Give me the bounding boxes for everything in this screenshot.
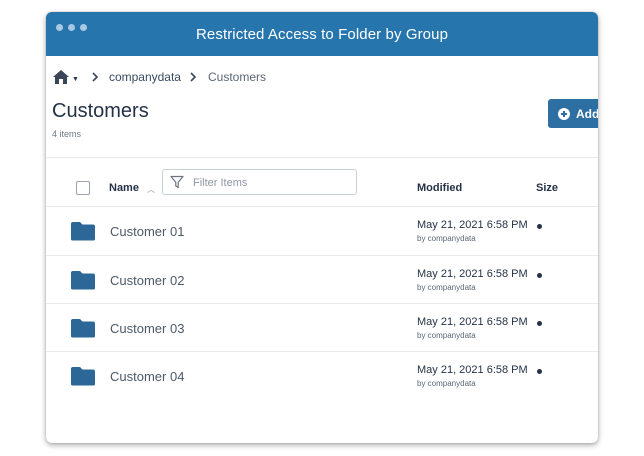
window-dot-minimize[interactable] (68, 24, 75, 31)
window-dot-close[interactable] (56, 24, 63, 31)
folder-icon (71, 271, 95, 290)
caret-down-icon[interactable]: ▼ (72, 76, 79, 83)
divider (46, 157, 598, 158)
plus-circle-icon (558, 107, 570, 120)
add-button[interactable]: Add (548, 99, 598, 128)
row-modified-by: by companydata (417, 379, 476, 388)
add-button-label: Add (576, 106, 598, 121)
window-title: Restricted Access to Folder by Group (195, 25, 449, 43)
chevron-right-icon (190, 72, 197, 82)
table-row[interactable]: Customer 03 May 21, 2021 6:58 PM by comp… (46, 304, 598, 352)
status-dot (537, 369, 542, 374)
row-name[interactable]: Customer 02 (110, 273, 184, 288)
row-modified-by: by companydata (417, 283, 476, 292)
window-dot-maximize[interactable] (80, 24, 87, 31)
breadcrumb-companydata[interactable]: companydata (109, 70, 181, 84)
table-row[interactable]: Customer 04 May 21, 2021 6:58 PM by comp… (46, 352, 598, 400)
status-dot (537, 224, 542, 229)
filter-input[interactable] (193, 174, 348, 191)
row-name[interactable]: Customer 01 (110, 224, 184, 239)
row-modified: May 21, 2021 6:58 PM (417, 316, 528, 328)
table-row[interactable]: Customer 01 May 21, 2021 6:58 PM by comp… (46, 207, 598, 255)
row-modified-by: by companydata (417, 331, 476, 340)
breadcrumb: ▼ companydata Customers (52, 69, 266, 85)
filter-icon (170, 175, 184, 189)
window-controls (56, 24, 87, 31)
row-name[interactable]: Customer 03 (110, 321, 184, 336)
folder-icon (71, 222, 95, 241)
status-dot (537, 273, 542, 278)
app-window: Restricted Access to Folder by Group ▼ c… (46, 12, 598, 443)
column-name[interactable]: Name (109, 182, 139, 194)
row-modified: May 21, 2021 6:58 PM (417, 268, 528, 280)
page-title: Customers (52, 100, 149, 122)
breadcrumb-current: Customers (207, 70, 266, 84)
column-modified[interactable]: Modified (417, 182, 462, 194)
sort-caret-icon[interactable]: ︿ (147, 184, 155, 195)
column-size[interactable]: Size (536, 182, 558, 194)
home-icon[interactable] (52, 69, 70, 85)
chevron-right-icon (92, 72, 99, 82)
status-dot (537, 321, 542, 326)
row-modified: May 21, 2021 6:58 PM (417, 364, 528, 376)
filter-field[interactable] (162, 169, 357, 195)
title-bar: Restricted Access to Folder by Group (46, 12, 598, 56)
table-row[interactable]: Customer 02 May 21, 2021 6:58 PM by comp… (46, 256, 598, 304)
item-count: 4 items (52, 129, 82, 139)
row-modified: May 21, 2021 6:58 PM (417, 219, 528, 231)
folder-icon (71, 319, 95, 338)
folder-icon (71, 367, 95, 386)
select-all-checkbox[interactable] (76, 181, 90, 195)
table-header: Name ︿ Modified Size (46, 168, 598, 206)
row-modified-by: by companydata (417, 234, 476, 243)
row-name[interactable]: Customer 04 (110, 369, 184, 384)
